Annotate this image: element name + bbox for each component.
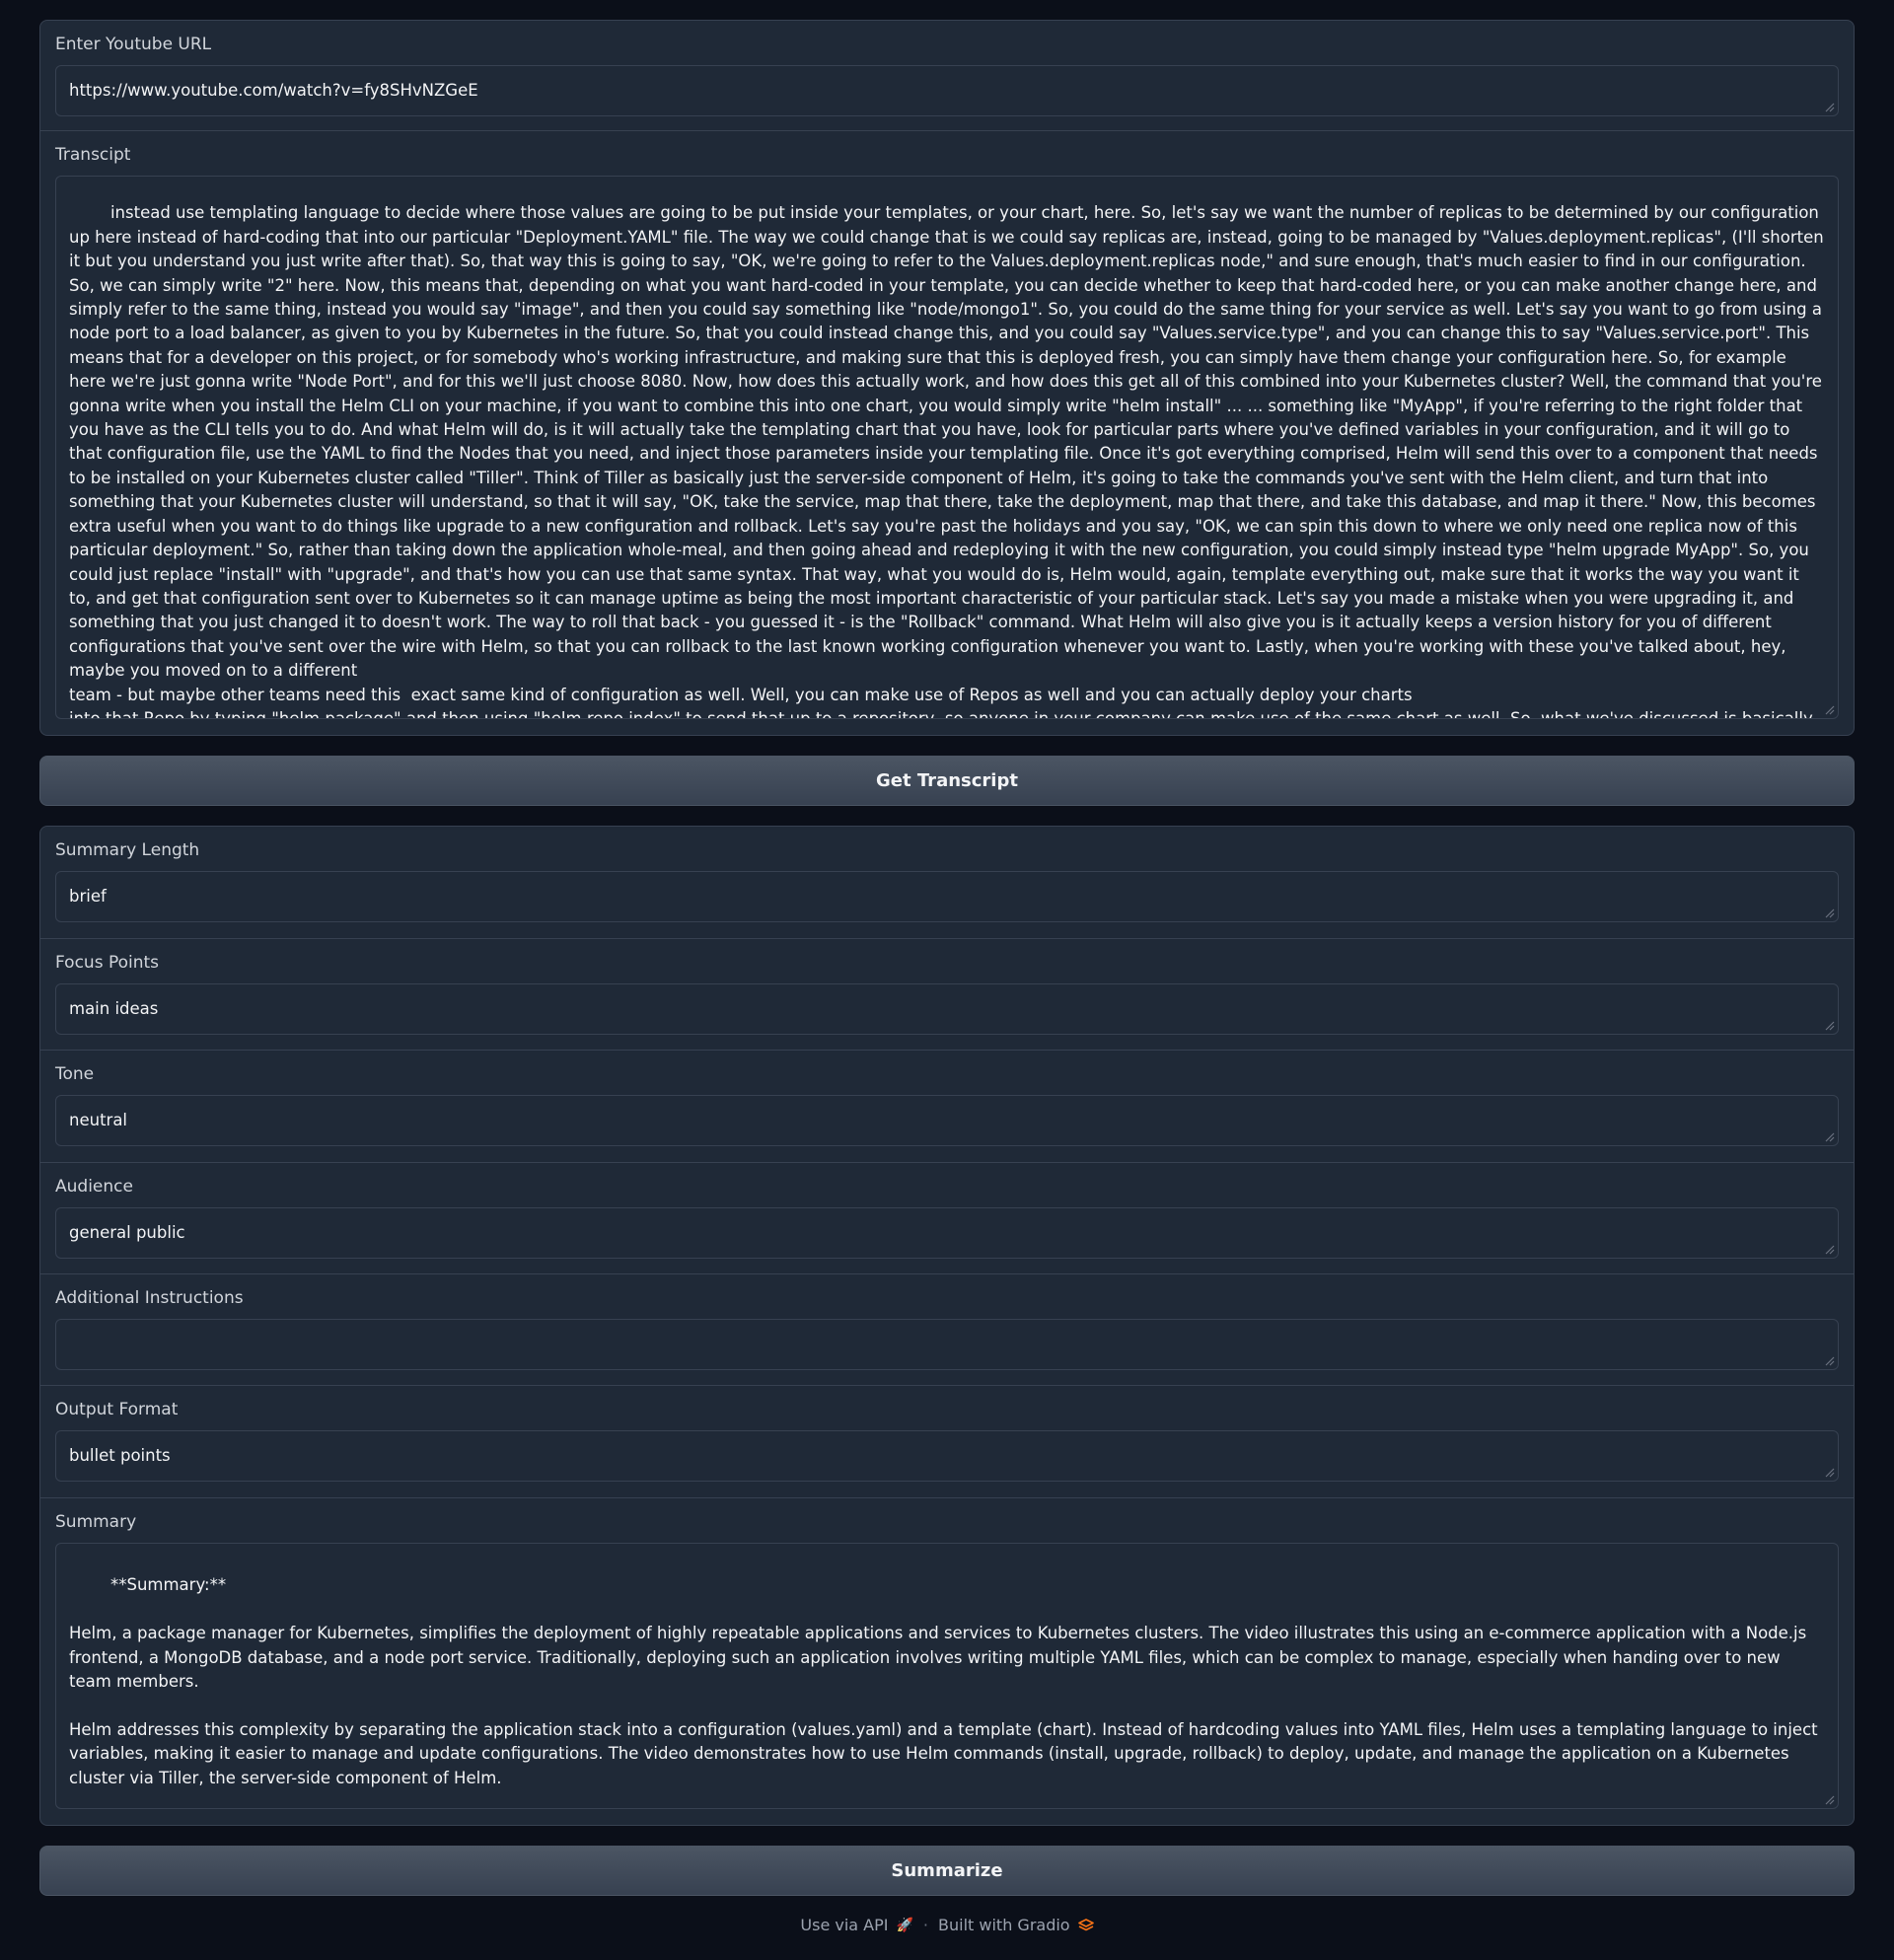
summary-textarea[interactable]: **Summary:** Helm, a package manager for…	[55, 1543, 1839, 1809]
summarize-button[interactable]: Summarize	[39, 1846, 1855, 1896]
use-via-api-text: Use via API	[800, 1916, 889, 1934]
resize-handle-icon[interactable]	[1823, 703, 1835, 715]
additional-instructions-block: Additional Instructions	[40, 1274, 1854, 1386]
focus-points-label: Focus Points	[55, 953, 160, 973]
output-format-label: Output Format	[55, 1400, 179, 1419]
resize-handle-icon[interactable]	[1823, 1466, 1835, 1478]
additional-instructions-input[interactable]	[55, 1319, 1839, 1370]
footer: Use via API 🚀 · Built with Gradio	[0, 1916, 1894, 1934]
summary-label: Summary	[55, 1512, 137, 1532]
summary-panel: Summary Length brief Focus Points main i…	[39, 826, 1855, 1826]
tone-input[interactable]: neutral	[55, 1095, 1839, 1146]
focus-points-block: Focus Points main ideas	[40, 939, 1854, 1051]
summary-length-value: brief	[69, 886, 107, 906]
transcript-label: Transcipt	[55, 145, 131, 165]
audience-block: Audience general public	[40, 1163, 1854, 1274]
resize-handle-icon[interactable]	[1823, 1354, 1835, 1366]
summary-length-block: Summary Length brief	[40, 827, 1854, 939]
use-via-api-link[interactable]: Use via API 🚀	[800, 1916, 913, 1934]
tone-value: neutral	[69, 1110, 128, 1129]
audience-value: general public	[69, 1222, 185, 1242]
get-transcript-button[interactable]: Get Transcript	[39, 756, 1855, 806]
output-format-input[interactable]: bullet points	[55, 1430, 1839, 1482]
transcript-text: instead use templating language to decid…	[69, 203, 1824, 719]
transcript-panel: Enter Youtube URL https://www.youtube.co…	[39, 20, 1855, 736]
resize-handle-icon[interactable]	[1823, 1793, 1835, 1805]
app-container: Enter Youtube URL https://www.youtube.co…	[39, 20, 1855, 1896]
youtube-url-label: Enter Youtube URL	[55, 35, 212, 54]
youtube-url-block: Enter Youtube URL https://www.youtube.co…	[40, 21, 1854, 131]
audience-label: Audience	[55, 1177, 133, 1197]
gradio-logo-icon	[1077, 1918, 1094, 1930]
output-format-value: bullet points	[69, 1445, 171, 1465]
summary-length-input[interactable]: brief	[55, 871, 1839, 922]
built-with-gradio-link[interactable]: Built with Gradio	[938, 1916, 1094, 1934]
resize-handle-icon[interactable]	[1823, 1130, 1835, 1142]
focus-points-value: main ideas	[69, 998, 159, 1018]
rocket-icon: 🚀	[896, 1917, 913, 1933]
transcript-textarea[interactable]: instead use templating language to decid…	[55, 176, 1839, 719]
tone-block: Tone neutral	[40, 1051, 1854, 1163]
summary-length-label: Summary Length	[55, 840, 200, 860]
resize-handle-icon[interactable]	[1823, 1243, 1835, 1255]
resize-handle-icon[interactable]	[1823, 907, 1835, 918]
focus-points-input[interactable]: main ideas	[55, 983, 1839, 1035]
output-format-block: Output Format bullet points	[40, 1386, 1854, 1498]
audience-input[interactable]: general public	[55, 1207, 1839, 1259]
built-with-gradio-text: Built with Gradio	[938, 1916, 1070, 1934]
additional-instructions-label: Additional Instructions	[55, 1288, 244, 1308]
tone-label: Tone	[55, 1064, 95, 1084]
youtube-url-value: https://www.youtube.com/watch?v=fy8SHvNZ…	[69, 80, 478, 100]
youtube-url-input[interactable]: https://www.youtube.com/watch?v=fy8SHvNZ…	[55, 65, 1839, 116]
resize-handle-icon[interactable]	[1823, 101, 1835, 112]
footer-separator: ·	[922, 1916, 929, 1934]
resize-handle-icon[interactable]	[1823, 1019, 1835, 1031]
summary-block: Summary **Summary:** Helm, a package man…	[40, 1498, 1854, 1821]
transcript-block: Transcipt instead use templating languag…	[40, 131, 1854, 731]
summary-text: **Summary:** Helm, a package manager for…	[69, 1575, 1818, 1787]
